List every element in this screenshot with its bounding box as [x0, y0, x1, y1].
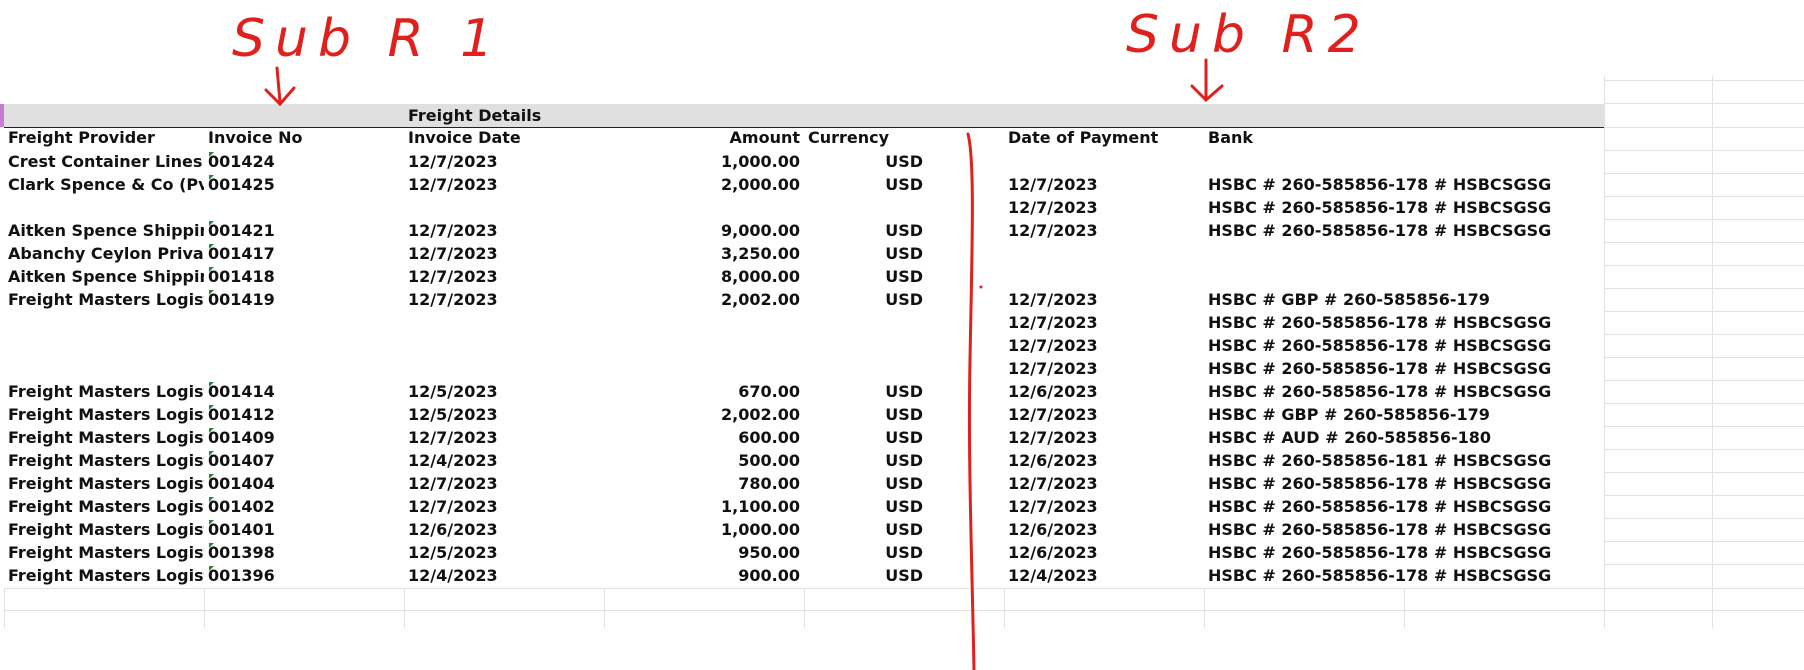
arrow-down-icon	[264, 66, 296, 107]
annotation-sub-r1: Sub R 1	[232, 9, 503, 69]
arrow-down-icon	[1190, 58, 1224, 103]
handwritten-annotations: Sub R 1 Sub R2	[232, 5, 1371, 670]
annotation-dot	[979, 285, 983, 289]
annotation-sub-r2: Sub R2	[1126, 5, 1371, 65]
divider-stroke	[966, 132, 976, 670]
spreadsheet-grid: Freight Details Freight Provider Invoice…	[0, 0, 1804, 670]
